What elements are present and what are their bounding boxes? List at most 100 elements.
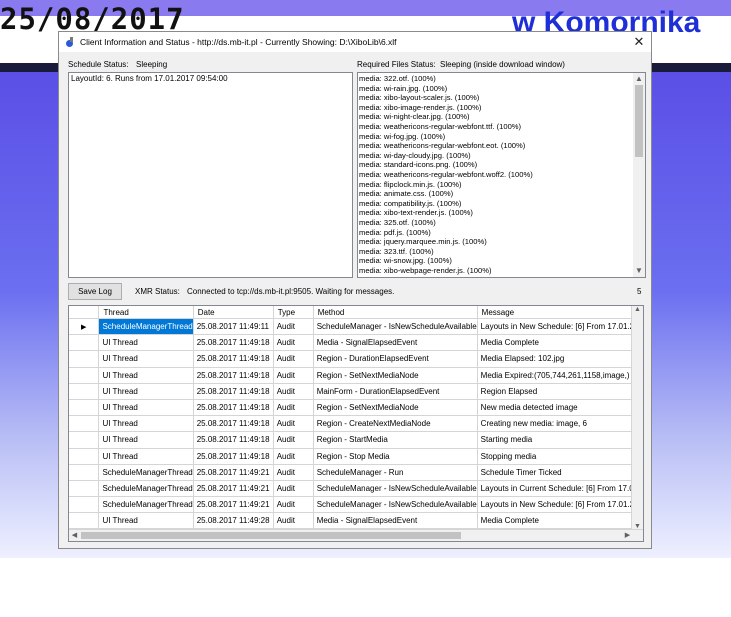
row-header-cell[interactable] <box>69 399 100 417</box>
required-file-item[interactable]: media: wi-night-clear.jpg. (100%) <box>359 112 633 122</box>
required-file-item[interactable]: media: xibo-webpage-render.js. (100%) <box>359 266 633 276</box>
log-cell-message[interactable]: Region Elapsed <box>477 383 643 400</box>
row-header-cell[interactable] <box>69 431 100 449</box>
log-row[interactable]: UI Thread 25.08.2017 11:49:28 Audit Media -… <box>69 512 643 530</box>
log-cell-thread[interactable]: UI Thread <box>98 415 194 433</box>
log-cell-type[interactable]: Audit <box>273 512 314 530</box>
log-cell-message[interactable]: Stopping media <box>477 448 643 465</box>
row-header-cell[interactable] <box>69 415 100 433</box>
required-file-item[interactable]: media: wi-snow.jpg. (100%) <box>359 256 633 266</box>
log-cell-message[interactable]: Starting media <box>477 431 643 449</box>
log-cell-type[interactable]: Audit <box>273 415 314 433</box>
required-file-item[interactable]: media: animate.css. (100%) <box>359 189 633 199</box>
log-cell-type[interactable]: Audit <box>273 350 314 368</box>
log-row[interactable]: ScheduleManagerThread 25.08.2017 11:49:21… <box>69 464 643 481</box>
log-cell-thread[interactable]: ScheduleManagerThread <box>98 464 194 481</box>
log-cell-thread[interactable]: UI Thread <box>98 334 194 352</box>
log-cell-method[interactable]: Region - SetNextMediaNode <box>313 399 478 417</box>
log-cell-method[interactable]: MainForm - DurationElapsedEvent <box>313 383 478 400</box>
save-log-button[interactable]: Save Log <box>68 283 122 300</box>
log-cell-method[interactable]: Region - Stop Media <box>313 448 478 465</box>
column-header-type[interactable]: Type <box>273 306 314 319</box>
required-file-item[interactable]: media: xibo-image-render.js. (100%) <box>359 103 633 113</box>
required-file-item[interactable]: media: weathericons-regular-webfont.ttf.… <box>359 122 633 132</box>
row-header-cell[interactable] <box>69 480 100 498</box>
log-vertical-scrollbar[interactable]: ▲ ▼ <box>631 306 643 530</box>
column-header-date[interactable]: Date <box>193 306 274 319</box>
log-cell-message[interactable]: Layouts in New Schedule: [6] From 17.01.… <box>477 496 643 514</box>
log-cell-type[interactable]: Audit <box>273 383 314 400</box>
required-file-item[interactable]: media: xibo-layout-scaler.js. (100%) <box>359 93 633 103</box>
log-cell-method[interactable]: Region - CreateNextMediaNode <box>313 415 478 433</box>
log-cell-type[interactable]: Audit <box>273 367 314 384</box>
log-row[interactable]: ScheduleManagerThread 25.08.2017 11:49:21… <box>69 480 643 498</box>
log-cell-type[interactable]: Audit <box>273 318 314 336</box>
log-cell-thread[interactable]: UI Thread <box>98 383 194 400</box>
required-file-item[interactable]: media: 325.otf. (100%) <box>359 218 633 228</box>
log-row[interactable]: UI Thread 25.08.2017 11:49:18 Audit Region … <box>69 431 643 449</box>
log-cell-type[interactable]: Audit <box>273 431 314 449</box>
required-file-item[interactable]: media: 322.otf. (100%) <box>359 74 633 84</box>
row-header-cell[interactable] <box>69 448 100 465</box>
column-header-method[interactable]: Method <box>313 306 478 319</box>
required-file-item[interactable]: media: jquery.marquee.min.js. (100%) <box>359 237 633 247</box>
log-row[interactable]: UI Thread 25.08.2017 11:49:18 Audit Media -… <box>69 334 643 352</box>
log-cell-method[interactable]: Region - DurationElapsedEvent <box>313 350 478 368</box>
log-row[interactable]: UI Thread 25.08.2017 11:49:18 Audit Region … <box>69 367 643 384</box>
log-cell-date[interactable]: 25.08.2017 11:49:11 <box>193 318 274 336</box>
log-cell-date[interactable]: 25.08.2017 11:49:18 <box>193 415 274 433</box>
scroll-right-icon[interactable]: ▶ <box>622 530 633 541</box>
close-icon[interactable]: ✕ <box>631 34 647 50</box>
column-header-message[interactable]: Message <box>477 306 643 319</box>
current-row-indicator-icon[interactable]: ▶ <box>69 318 100 336</box>
log-cell-thread[interactable]: ScheduleManagerThread <box>98 318 194 336</box>
log-row[interactable]: UI Thread 25.08.2017 11:49:18 Audit Region … <box>69 399 643 417</box>
log-cell-date[interactable]: 25.08.2017 11:49:21 <box>193 480 274 498</box>
log-cell-date[interactable]: 25.08.2017 11:49:28 <box>193 512 274 530</box>
required-file-item[interactable]: media: xibo-text-render.js. (100%) <box>359 208 633 218</box>
log-row[interactable]: UI Thread 25.08.2017 11:49:18 Audit MainFor… <box>69 383 643 400</box>
log-cell-date[interactable]: 25.08.2017 11:49:18 <box>193 334 274 352</box>
log-row[interactable]: ▶ ScheduleManagerThread 25.08.2017 11:49:1… <box>69 318 643 336</box>
log-cell-thread[interactable]: UI Thread <box>98 350 194 368</box>
log-cell-thread[interactable]: ScheduleManagerThread <box>98 496 194 514</box>
row-header-cell[interactable] <box>69 496 100 514</box>
row-header-cell[interactable] <box>69 367 100 384</box>
log-cell-method[interactable]: ScheduleManager - IsNewScheduleAvailable <box>313 480 478 498</box>
log-row[interactable]: UI Thread 25.08.2017 11:49:18 Audit Region … <box>69 350 643 368</box>
scroll-down-icon[interactable]: ▼ <box>633 265 645 277</box>
log-cell-type[interactable]: Audit <box>273 334 314 352</box>
log-cell-type[interactable]: Audit <box>273 399 314 417</box>
log-cell-date[interactable]: 25.08.2017 11:49:18 <box>193 399 274 417</box>
required-file-item[interactable]: media: standard-icons.png. (100%) <box>359 160 633 170</box>
column-header-thread[interactable]: Thread <box>98 306 194 319</box>
log-cell-message[interactable]: Media Complete <box>477 334 643 352</box>
log-horizontal-scrollbar[interactable]: ◀ ▶ <box>69 529 643 541</box>
log-cell-thread[interactable]: UI Thread <box>98 512 194 530</box>
log-grid[interactable]: Thread Date Type Method Message ▶ Schedul… <box>68 305 644 542</box>
log-cell-message[interactable]: New media detected image <box>477 399 643 417</box>
log-cell-type[interactable]: Audit <box>273 448 314 465</box>
log-cell-message[interactable]: Media Complete <box>477 512 643 530</box>
log-cell-type[interactable]: Audit <box>273 480 314 498</box>
scroll-up-icon[interactable]: ▲ <box>633 73 645 85</box>
log-cell-date[interactable]: 25.08.2017 11:49:21 <box>193 464 274 481</box>
window-titlebar[interactable]: Client Information and Status - http://d… <box>59 32 651 52</box>
row-header-cell[interactable] <box>69 512 100 530</box>
scroll-left-icon[interactable]: ◀ <box>69 530 80 541</box>
required-file-item[interactable]: media: wi-rain.jpg. (100%) <box>359 84 633 94</box>
log-cell-date[interactable]: 25.08.2017 11:49:18 <box>193 383 274 400</box>
log-cell-date[interactable]: 25.08.2017 11:49:18 <box>193 431 274 449</box>
log-cell-message[interactable]: Layouts in New Schedule: [6] From 17.01.… <box>477 318 643 336</box>
log-scroll-up-icon[interactable]: ▲ <box>632 306 643 313</box>
log-cell-method[interactable]: ScheduleManager - Run <box>313 464 478 481</box>
required-file-item[interactable]: media: weathericons-regular-webfont.eot.… <box>359 141 633 151</box>
log-cell-type[interactable]: Audit <box>273 464 314 481</box>
log-cell-method[interactable]: ScheduleManager - IsNewScheduleAvailable <box>313 496 478 514</box>
required-file-item[interactable]: media: wi-day-cloudy.jpg. (100%) <box>359 151 633 161</box>
required-files-list[interactable]: media: 322.otf. (100%) media: wi-rain.jpg… <box>357 72 646 278</box>
log-cell-type[interactable]: Audit <box>273 496 314 514</box>
row-header-cell[interactable] <box>69 464 100 481</box>
log-cell-message[interactable]: Media Elapsed: 102.jpg <box>477 350 643 368</box>
required-file-item[interactable]: media: wi-fog.jpg. (100%) <box>359 132 633 142</box>
